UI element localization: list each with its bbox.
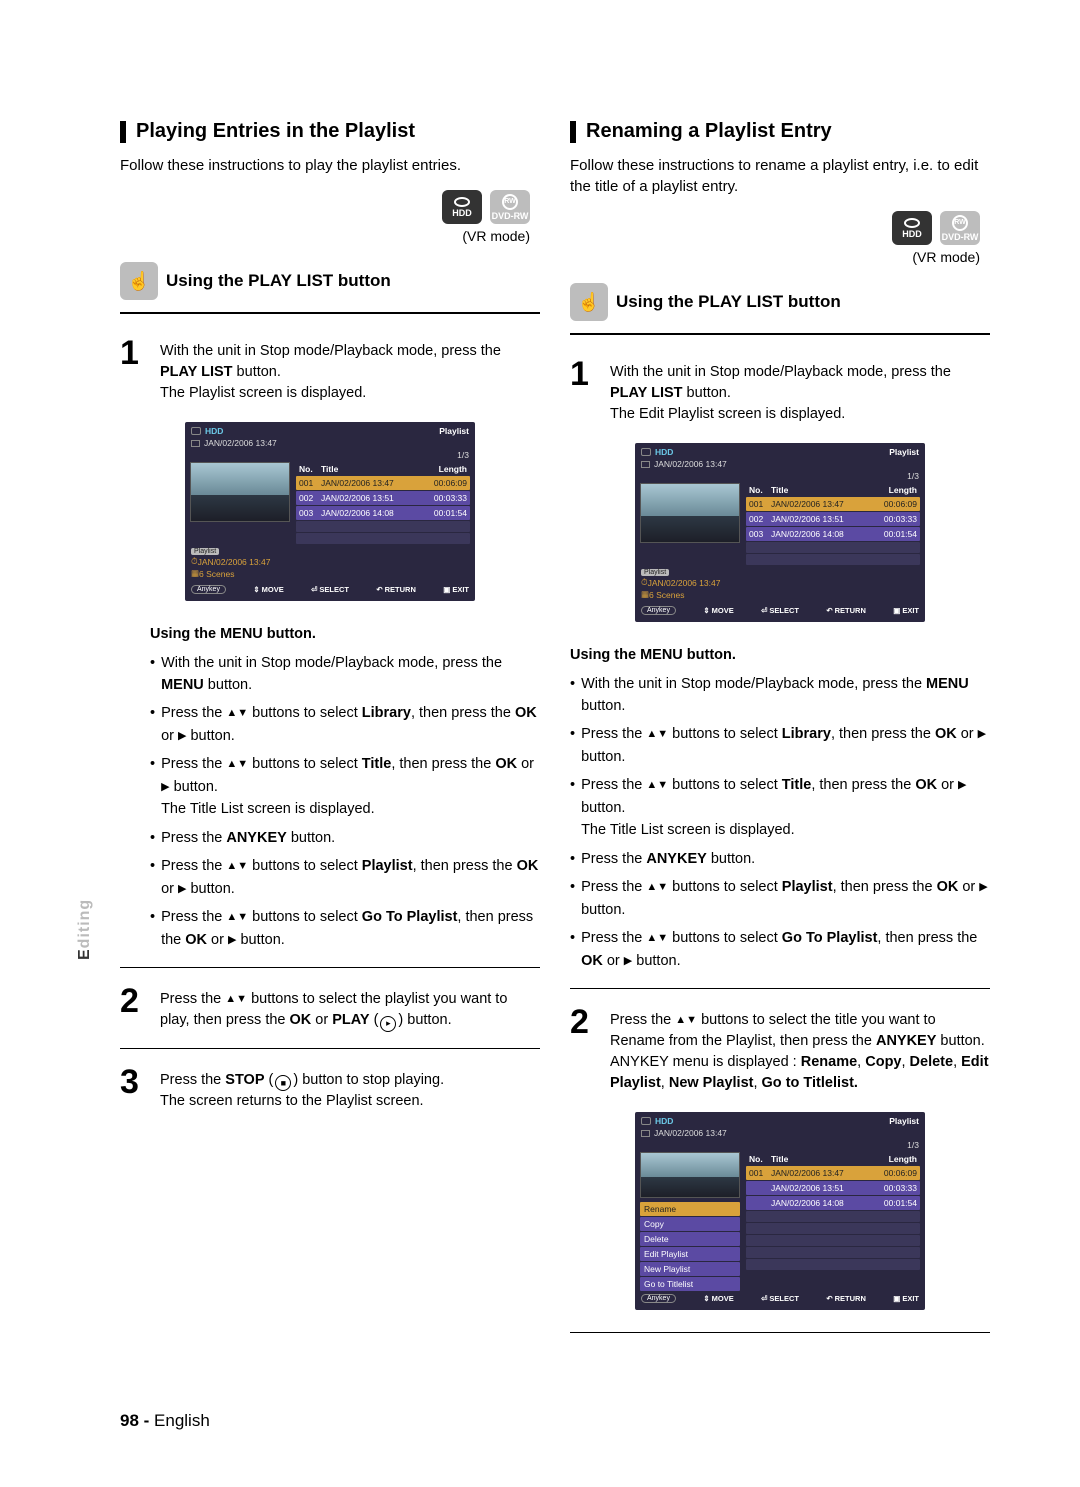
left-heading-text: Playing Entries in the Playlist: [136, 120, 415, 143]
left-step-3: 3 Press the STOP (■) button to stop play…: [120, 1065, 540, 1113]
right-heading: Renaming a Playlist Entry: [570, 120, 990, 143]
right-intro: Follow these instructions to rename a pl…: [570, 155, 990, 197]
divider: [120, 967, 540, 968]
table-row: 002JAN/02/2006 13:5100:03:33: [296, 491, 470, 505]
thumb-icon: [641, 461, 650, 468]
right-subheading-row: ☝ Using the PLAY LIST button: [570, 283, 990, 321]
right-subheading: Using the PLAY LIST button: [616, 292, 841, 312]
preview-thumb: [190, 462, 290, 522]
step-number: 2: [120, 984, 150, 1018]
preview-thumb: [640, 483, 740, 543]
menu-item: Edit Playlist: [640, 1247, 740, 1261]
step-number: 2: [570, 1005, 600, 1039]
divider: [570, 988, 990, 989]
heading-bar-icon: [120, 121, 126, 143]
table-row: 001JAN/02/2006 13:4700:06:09: [746, 1166, 920, 1180]
list-item: •Press the ▲▼ buttons to select Title, t…: [150, 753, 540, 820]
divider: [120, 312, 540, 314]
divider: [570, 1332, 990, 1333]
right-step-1: 1 With the unit in Stop mode/Playback mo…: [570, 357, 990, 425]
step-body: With the unit in Stop mode/Playback mode…: [160, 336, 540, 404]
list-item: •Press the ▲▼ buttons to select Library,…: [150, 702, 540, 747]
step-number: 3: [120, 1065, 150, 1099]
menu-item: Go to Titlelist: [640, 1277, 740, 1291]
menu-item: Rename: [640, 1202, 740, 1216]
left-heading: Playing Entries in the Playlist: [120, 120, 540, 143]
hand-icon: ☝: [570, 283, 608, 321]
anykey-icon: Anykey: [641, 1294, 676, 1303]
play-icon: ▸: [380, 1016, 396, 1032]
list-item: •Press the ANYKEY button.: [150, 827, 540, 849]
menu-item: New Playlist: [640, 1262, 740, 1276]
left-step-2: 2 Press the ▲▼ buttons to select the pla…: [120, 984, 540, 1032]
stop-icon: ■: [275, 1075, 291, 1091]
table-row: JAN/02/2006 13:5100:03:33: [746, 1181, 920, 1195]
divider: [570, 333, 990, 335]
table-row: 003JAN/02/2006 14:0800:01:54: [746, 527, 920, 541]
right-mode-note: (VR mode): [570, 249, 980, 265]
thumb-icon: [641, 1130, 650, 1137]
hand-icon: ☝: [120, 262, 158, 300]
list-item: •Press the ▲▼ buttons to select Go To Pl…: [570, 927, 990, 972]
drive-icon: [641, 1117, 651, 1125]
dvdrw-badge-icon: RWDVD-RW: [490, 190, 530, 224]
table-row: 001JAN/02/2006 13:4700:06:09: [746, 497, 920, 511]
left-subheading: Using the PLAY LIST button: [166, 271, 391, 291]
list-item: •With the unit in Stop mode/Playback mod…: [570, 673, 990, 718]
menu-item: Delete: [640, 1232, 740, 1246]
step-body: Press the ▲▼ buttons to select the title…: [610, 1005, 990, 1094]
playlist-osd-left: HDDPlaylist JAN/02/2006 13:47 1/3 No.Tit…: [185, 422, 475, 601]
side-tab: Editing: [76, 899, 94, 960]
list-item: •Press the ▲▼ buttons to select Title, t…: [570, 774, 990, 841]
left-step-1: 1 With the unit in Stop mode/Playback mo…: [120, 336, 540, 404]
left-subheading-row: ☝ Using the PLAY LIST button: [120, 262, 540, 300]
list-item: •Press the ▲▼ buttons to select Library,…: [570, 723, 990, 768]
list-item: •Press the ANYKEY button.: [570, 848, 990, 870]
left-intro: Follow these instructions to play the pl…: [120, 155, 540, 176]
playlist-osd-right: HDDPlaylist JAN/02/2006 13:47 1/3 No.Tit…: [635, 443, 925, 622]
right-column: Renaming a Playlist Entry Follow these i…: [570, 120, 990, 1349]
anykey-icon: Anykey: [641, 606, 676, 615]
step-body: Press the ▲▼ buttons to select the playl…: [160, 984, 540, 1032]
step-body: Press the STOP (■) button to stop playin…: [160, 1065, 540, 1113]
left-badges: HDD RWDVD-RW: [120, 190, 530, 224]
table-row: 001JAN/02/2006 13:4700:06:09: [296, 476, 470, 490]
drive-icon: [191, 427, 201, 435]
step-number: 1: [570, 357, 600, 391]
step-number: 1: [120, 336, 150, 370]
table-row: 002JAN/02/2006 13:5100:03:33: [746, 512, 920, 526]
list-item: •Press the ▲▼ buttons to select Go To Pl…: [150, 906, 540, 951]
right-heading-text: Renaming a Playlist Entry: [586, 120, 832, 143]
anykey-menu-osd: HDDPlaylist JAN/02/2006 13:47 1/3 Rename…: [635, 1112, 925, 1310]
list-item: •Press the ▲▼ buttons to select Playlist…: [570, 876, 990, 921]
menu-heading: Using the MENU button.: [570, 644, 990, 666]
list-item: •With the unit in Stop mode/Playback mod…: [150, 652, 540, 697]
left-menu-section: Using the MENU button. •With the unit in…: [120, 623, 540, 951]
page-footer: 98 - English: [120, 1411, 210, 1431]
right-menu-section: Using the MENU button. •With the unit in…: [570, 644, 990, 972]
hdd-badge-icon: HDD: [442, 190, 482, 224]
step-body: With the unit in Stop mode/Playback mode…: [610, 357, 990, 425]
drive-icon: [641, 448, 651, 456]
heading-bar-icon: [570, 121, 576, 143]
menu-heading: Using the MENU button.: [150, 623, 540, 645]
table-row: JAN/02/2006 14:0800:01:54: [746, 1196, 920, 1210]
hdd-badge-icon: HDD: [892, 211, 932, 245]
preview-thumb: [640, 1152, 740, 1198]
table-row: 003JAN/02/2006 14:0800:01:54: [296, 506, 470, 520]
menu-item: Copy: [640, 1217, 740, 1231]
divider: [120, 1048, 540, 1049]
anykey-menu: Rename Copy Delete Edit Playlist New Pla…: [640, 1202, 740, 1291]
thumb-icon: [191, 440, 200, 447]
list-item: •Press the ▲▼ buttons to select Playlist…: [150, 855, 540, 900]
anykey-icon: Anykey: [191, 585, 226, 594]
left-mode-note: (VR mode): [120, 228, 530, 244]
right-step-2: 2 Press the ▲▼ buttons to select the tit…: [570, 1005, 990, 1094]
dvdrw-badge-icon: RWDVD-RW: [940, 211, 980, 245]
right-badges: HDD RWDVD-RW: [570, 211, 980, 245]
left-column: Playing Entries in the Playlist Follow t…: [120, 120, 540, 1349]
